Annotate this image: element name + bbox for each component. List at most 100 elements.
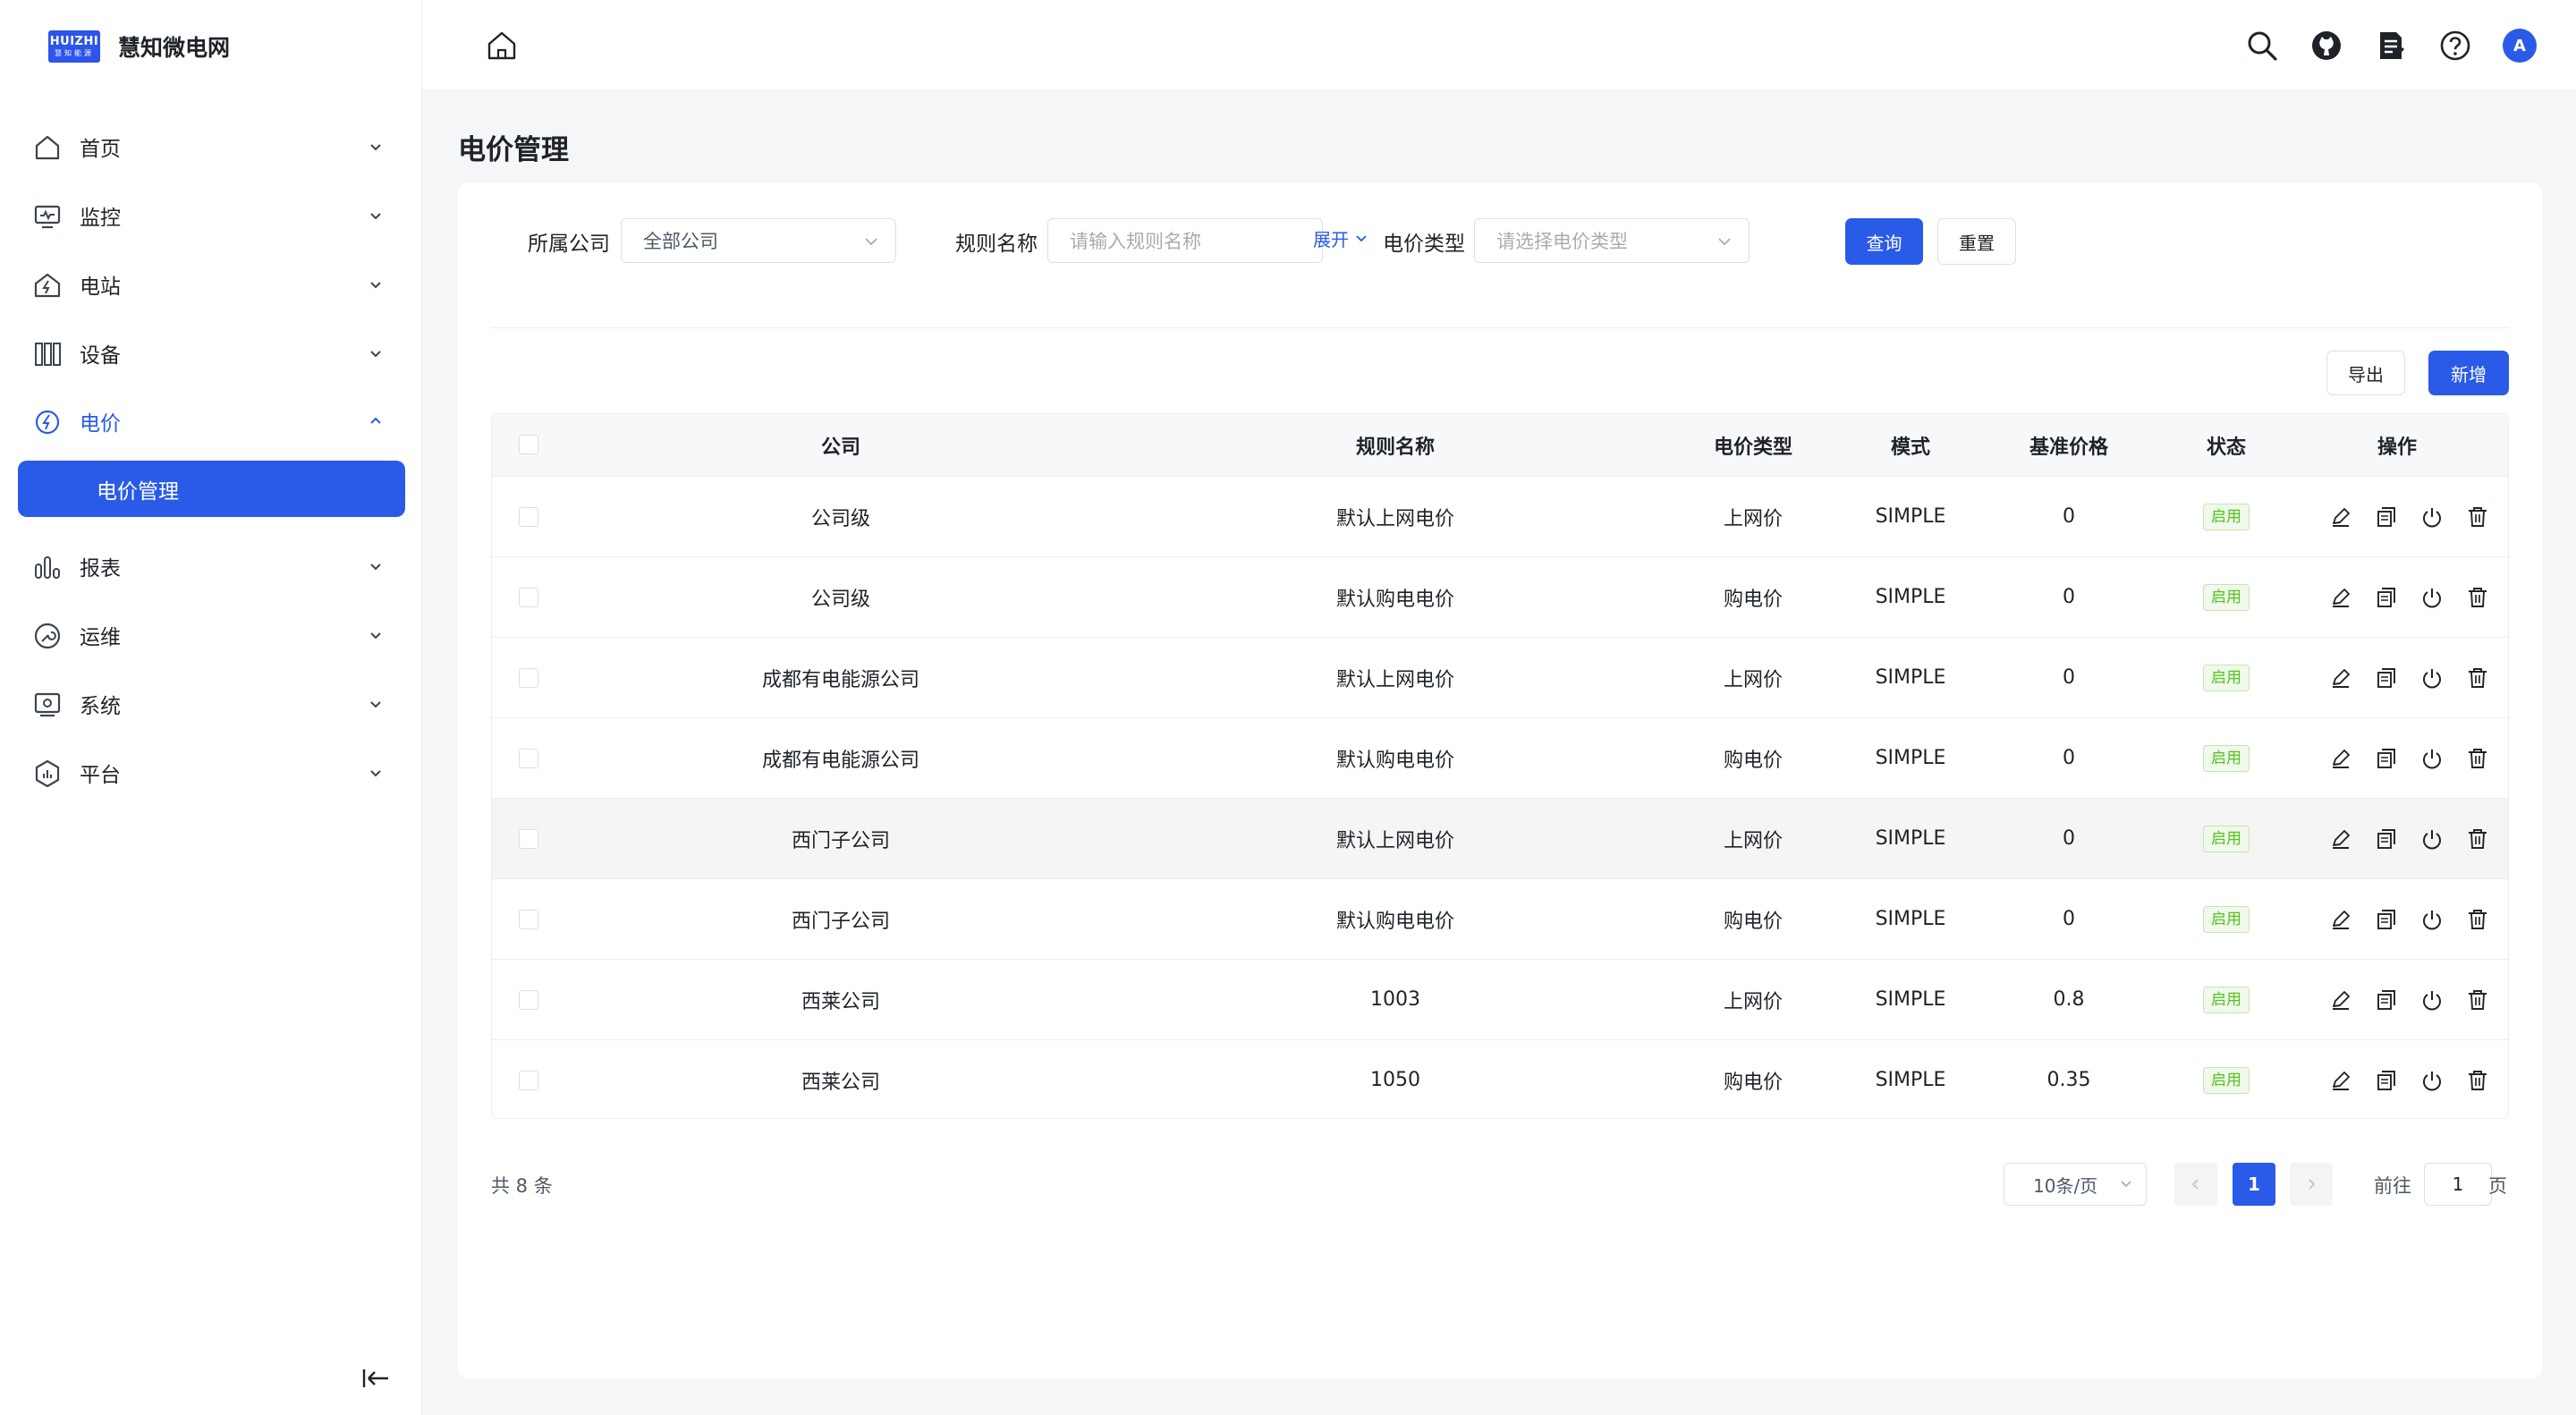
cell-rule-name: 默认上网电价: [1335, 829, 1454, 852]
edit-icon[interactable]: [2329, 827, 2352, 851]
row-checkbox[interactable]: [519, 668, 538, 688]
table-row: 成都有电能源公司 默认购电电价 购电价 SIMPLE 0 启用: [492, 718, 2508, 799]
copy-icon[interactable]: [2375, 988, 2398, 1012]
edit-icon[interactable]: [2329, 908, 2352, 931]
github-icon[interactable]: [2309, 29, 2343, 63]
delete-icon[interactable]: [2466, 1069, 2489, 1092]
company-select[interactable]: 全部公司: [621, 218, 896, 263]
row-checkbox[interactable]: [519, 990, 538, 1010]
delete-icon[interactable]: [2466, 827, 2489, 851]
power-toggle-icon[interactable]: [2420, 827, 2444, 851]
delete-icon[interactable]: [2466, 747, 2489, 770]
copy-icon[interactable]: [2375, 586, 2398, 609]
brand-logo[interactable]: HUIZHI 慧知能源 慧知微电网: [48, 29, 230, 64]
add-button[interactable]: 新增: [2428, 351, 2509, 395]
cell-mode: SIMPLE: [1875, 988, 1946, 1011]
docs-icon[interactable]: [2374, 29, 2408, 63]
chevron-right-icon: [2309, 1179, 2316, 1190]
header-mode: 模式: [1890, 436, 1930, 459]
row-checkbox[interactable]: [519, 749, 538, 768]
sidebar-subitem-price-management[interactable]: 电价管理: [18, 461, 405, 517]
sidebar-item-maintenance[interactable]: 运维: [0, 606, 422, 664]
reset-button[interactable]: 重置: [1937, 218, 2016, 265]
search-icon[interactable]: [2245, 29, 2279, 63]
page-button-current[interactable]: 1: [2233, 1163, 2275, 1206]
power-toggle-icon[interactable]: [2420, 908, 2444, 931]
row-checkbox[interactable]: [519, 588, 538, 607]
sidebar-item-platform[interactable]: 平台: [0, 744, 422, 801]
row-checkbox[interactable]: [519, 829, 538, 849]
electricity-price-icon: [35, 410, 60, 435]
copy-icon[interactable]: [2375, 1069, 2398, 1092]
query-button[interactable]: 查询: [1845, 218, 1923, 265]
help-icon[interactable]: [2438, 29, 2472, 63]
edit-icon[interactable]: [2329, 747, 2352, 770]
cell-mode: SIMPLE: [1875, 505, 1946, 528]
power-toggle-icon[interactable]: [2420, 988, 2444, 1012]
edit-icon[interactable]: [2329, 586, 2352, 609]
cell-rule-name: 1003: [1370, 988, 1420, 1011]
sidebar-item-electricity-price[interactable]: 电价: [0, 393, 422, 450]
home-icon[interactable]: [485, 29, 519, 63]
copy-icon[interactable]: [2375, 666, 2398, 690]
power-toggle-icon[interactable]: [2420, 666, 2444, 690]
copy-icon[interactable]: [2375, 505, 2398, 529]
cell-status: 启用: [2168, 1040, 2284, 1118]
edit-icon[interactable]: [2329, 988, 2352, 1012]
platform-icon: [35, 759, 60, 788]
goto-page-input[interactable]: 1: [2424, 1163, 2492, 1206]
chevron-left-icon: [2191, 1179, 2199, 1190]
page-size-select[interactable]: 10条/页: [2004, 1163, 2147, 1206]
status-badge: 启用: [2203, 905, 2250, 933]
delete-icon[interactable]: [2466, 908, 2489, 931]
chevron-down-icon: [370, 563, 381, 571]
sidebar-item-label: 系统: [80, 695, 121, 718]
row-checkbox[interactable]: [519, 910, 538, 929]
delete-icon[interactable]: [2466, 505, 2489, 529]
prev-page-button[interactable]: [2174, 1163, 2217, 1206]
row-checkbox[interactable]: [519, 507, 538, 527]
sidebar-item-report[interactable]: 报表: [0, 538, 422, 595]
chevron-down-icon: [1718, 238, 1731, 246]
expand-filters-link[interactable]: 展开: [1313, 225, 1368, 251]
collapse-sidebar-icon[interactable]: [358, 1365, 394, 1392]
cell-mode: SIMPLE: [1875, 908, 1946, 930]
delete-icon[interactable]: [2466, 586, 2489, 609]
sidebar-item-label: 报表: [80, 557, 121, 580]
sidebar-item-system[interactable]: 系统: [0, 675, 422, 733]
goto-prefix: 前往: [2374, 1175, 2411, 1197]
power-toggle-icon[interactable]: [2420, 505, 2444, 529]
sidebar-item-device[interactable]: 设备: [0, 325, 422, 382]
sidebar-item-home[interactable]: 首页: [0, 118, 422, 175]
cell-rule-name: 1050: [1370, 1069, 1420, 1091]
copy-icon[interactable]: [2375, 827, 2398, 851]
header-company: 公司: [820, 436, 860, 459]
power-toggle-icon[interactable]: [2420, 586, 2444, 609]
user-avatar[interactable]: A: [2503, 29, 2537, 63]
next-page-button[interactable]: [2290, 1163, 2333, 1206]
select-all-checkbox[interactable]: [519, 435, 538, 454]
power-toggle-icon[interactable]: [2420, 747, 2444, 770]
sidebar-item-monitor[interactable]: 监控: [0, 187, 422, 244]
edit-icon[interactable]: [2329, 666, 2352, 690]
sidebar-item-label: 电站: [80, 275, 121, 299]
sidebar-item-station[interactable]: 电站: [0, 256, 422, 313]
table-row: 公司级 默认购电电价 购电价 SIMPLE 0 启用: [492, 557, 2508, 638]
copy-icon[interactable]: [2375, 747, 2398, 770]
export-button[interactable]: 导出: [2326, 351, 2405, 395]
power-toggle-icon[interactable]: [2420, 1069, 2444, 1092]
cell-mode: SIMPLE: [1875, 827, 1946, 850]
rule-name-input[interactable]: 请输入规则名称: [1047, 218, 1323, 263]
copy-icon[interactable]: [2375, 908, 2398, 931]
row-checkbox[interactable]: [519, 1071, 538, 1090]
edit-icon[interactable]: [2329, 505, 2352, 529]
rule-name-filter-label: 规则名称: [955, 233, 1038, 256]
top-bar: A: [422, 0, 2576, 91]
cell-price-type: 上网价: [1723, 829, 1783, 852]
delete-icon[interactable]: [2466, 666, 2489, 690]
price-type-select[interactable]: 请选择电价类型: [1474, 218, 1750, 263]
delete-icon[interactable]: [2466, 988, 2489, 1012]
edit-icon[interactable]: [2329, 1069, 2352, 1092]
cell-rule-name: 默认上网电价: [1335, 507, 1454, 530]
brand-badge: HUIZHI 慧知能源: [48, 30, 100, 63]
